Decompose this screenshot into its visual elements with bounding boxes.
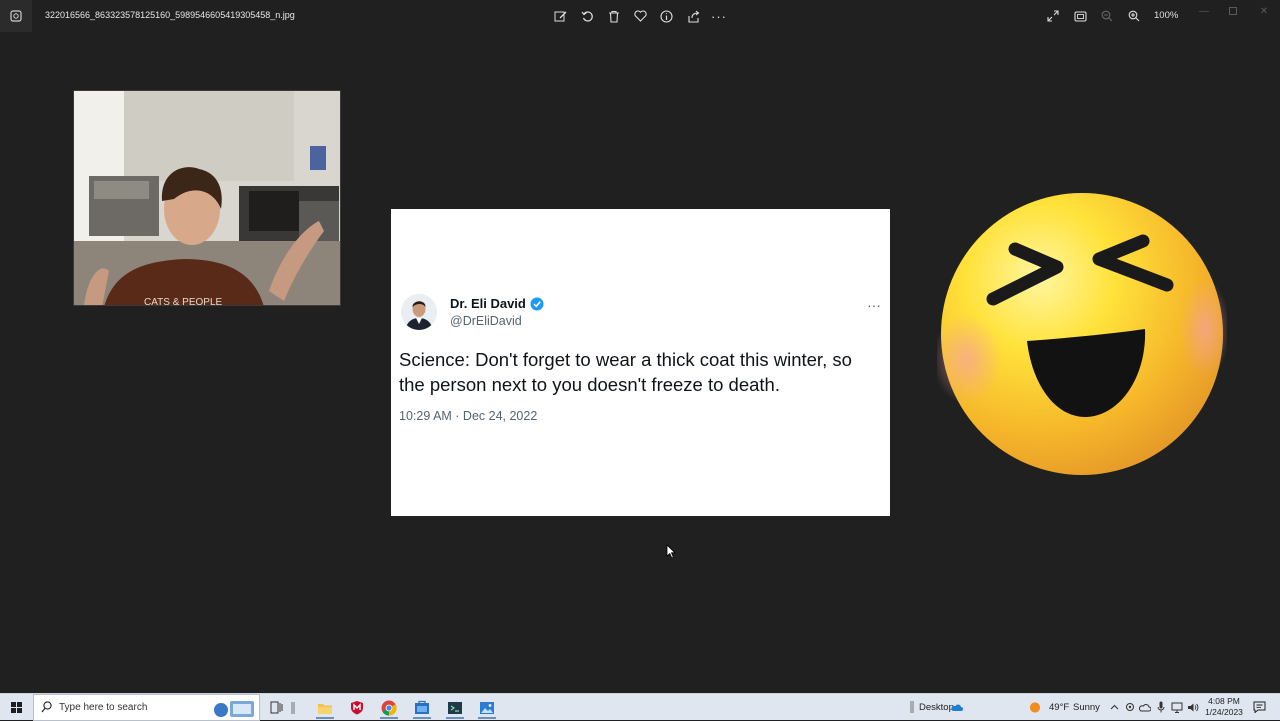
- task-view-icon[interactable]: [265, 696, 289, 719]
- windows-icon: [10, 702, 22, 713]
- file-explorer-icon[interactable]: [313, 696, 337, 719]
- terminal-icon[interactable]: [443, 696, 467, 719]
- webcam-shirt-text: CATS & PEOPLE: [144, 297, 223, 306]
- photos-app-icon: [0, 0, 32, 32]
- fullscreen-icon[interactable]: [1045, 8, 1061, 24]
- photos-icon[interactable]: [475, 696, 499, 719]
- zoom-in-icon[interactable]: [1126, 8, 1142, 24]
- network-icon[interactable]: [1171, 701, 1183, 713]
- fit-icon[interactable]: [1072, 8, 1088, 24]
- favorite-icon[interactable]: [632, 8, 648, 24]
- search-icon: [41, 701, 52, 713]
- clock-date: 1/24/2023: [1205, 707, 1243, 717]
- laughing-emoji-icon: [937, 189, 1227, 479]
- delete-icon[interactable]: [606, 8, 622, 24]
- desktop-toolbar-label[interactable]: Desktop: [919, 702, 954, 713]
- notifications-icon[interactable]: [1252, 700, 1266, 714]
- verified-badge-icon: [530, 297, 544, 311]
- maximize-button[interactable]: [1223, 4, 1243, 18]
- mcafee-icon[interactable]: [345, 696, 369, 719]
- location-icon[interactable]: [1124, 701, 1136, 713]
- search-placeholder: Type here to search: [59, 702, 148, 713]
- taskbar-clock[interactable]: 4:08 PM 1/24/2023: [1196, 696, 1252, 718]
- weather-desc[interactable]: Sunny: [1073, 702, 1100, 713]
- webcam-overlay: CATS & PEOPLE: [73, 90, 341, 306]
- tweet-author: Dr. Eli David: [450, 296, 544, 311]
- taskbar-divider-2: [906, 701, 918, 713]
- rotate-icon[interactable]: [579, 8, 595, 24]
- cloud-icon[interactable]: [1139, 701, 1151, 713]
- info-icon[interactable]: [658, 8, 674, 24]
- weather-temp[interactable]: 49°F: [1049, 702, 1069, 713]
- chrome-icon[interactable]: [377, 696, 401, 719]
- close-button[interactable]: ✕: [1254, 4, 1274, 18]
- more-icon[interactable]: ···: [711, 8, 727, 24]
- share-icon[interactable]: [685, 8, 701, 24]
- zoom-out-icon[interactable]: [1099, 8, 1115, 24]
- weather-sun-icon[interactable]: [1029, 701, 1041, 713]
- tweet-more-icon: ···: [867, 297, 881, 313]
- chevron-up-icon[interactable]: [1108, 701, 1120, 713]
- tweet-handle: @DrEliDavid: [450, 314, 522, 328]
- tweet-author-name: Dr. Eli David: [450, 296, 526, 311]
- tweet-image: Dr. Eli David @DrEliDavid ··· Science: D…: [391, 209, 890, 516]
- file-name: 322016566_863323578125160_59895466054193…: [45, 10, 295, 20]
- tweet-avatar: [401, 294, 437, 330]
- tweet-text: Science: Don't forget to wear a thick co…: [399, 349, 852, 395]
- tweet-timestamp: 10:29 AM · Dec 24, 2022: [399, 409, 538, 423]
- onedrive-icon[interactable]: [951, 701, 963, 713]
- taskbar: Type here to search Desktop 49°F Sunny 4…: [0, 693, 1280, 721]
- store-icon[interactable]: [410, 696, 434, 719]
- clock-time: 4:08 PM: [1208, 696, 1240, 706]
- edit-icon[interactable]: [552, 8, 568, 24]
- taskbar-search[interactable]: Type here to search: [33, 694, 260, 721]
- mouse-cursor-icon: [666, 544, 676, 559]
- title-bar: 322016566_863323578125160_59895466054193…: [0, 0, 1280, 32]
- search-highlight-icon: [212, 697, 258, 719]
- zoom-level[interactable]: 100%: [1154, 10, 1178, 21]
- taskbar-divider: [288, 696, 298, 719]
- start-button[interactable]: [0, 694, 32, 721]
- microphone-icon[interactable]: [1155, 701, 1167, 713]
- minimize-button[interactable]: —: [1194, 4, 1214, 18]
